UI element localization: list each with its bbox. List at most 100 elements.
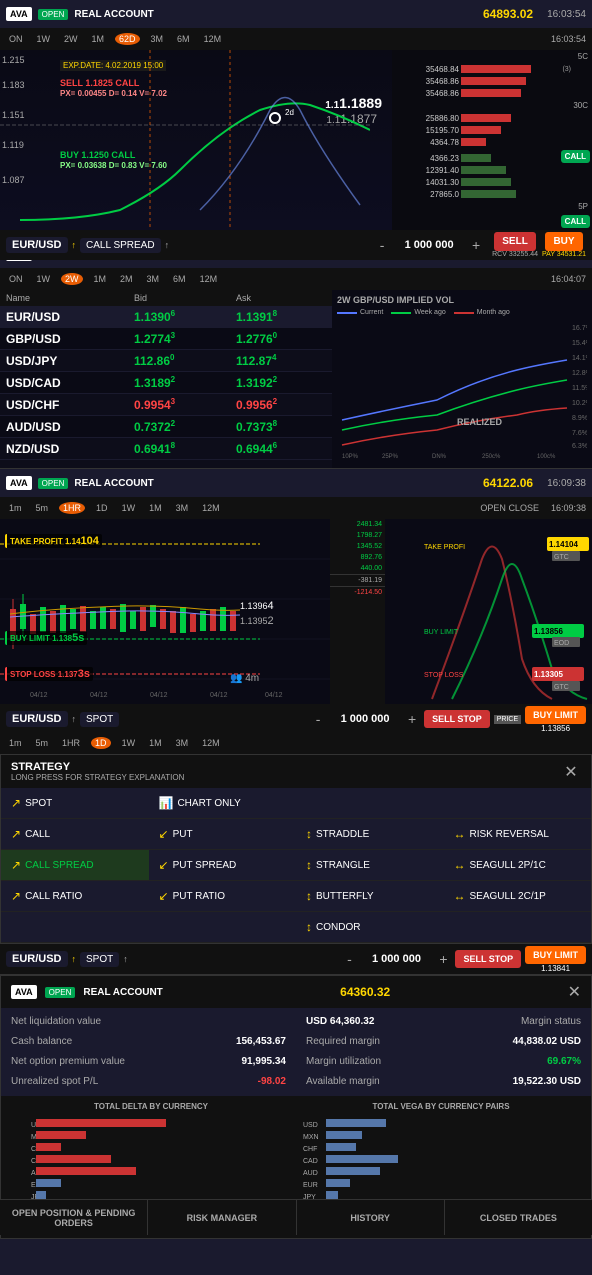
tf-on-1[interactable]: ON bbox=[6, 33, 26, 45]
tf-3m-3[interactable]: 3M bbox=[173, 502, 192, 514]
nav-history[interactable]: HISTORY bbox=[297, 1200, 445, 1235]
strategy-label-3[interactable]: SPOT bbox=[80, 712, 119, 727]
nav-open-positions[interactable]: OPEN POSITION & PENDING ORDERS bbox=[0, 1200, 148, 1235]
qty-minus-4[interactable]: - bbox=[341, 951, 357, 967]
ava-logo-3: AVA bbox=[6, 476, 32, 490]
qty-plus-1[interactable]: + bbox=[468, 237, 484, 253]
net-option-label: Net option premium value bbox=[11, 1056, 125, 1067]
pair-name-cell: EUR/USD bbox=[0, 306, 128, 328]
call-icon: ↗ bbox=[11, 827, 21, 841]
people-icon: 👥 4m bbox=[230, 673, 259, 684]
tf-1m2-4[interactable]: 1M bbox=[146, 737, 165, 749]
qty-plus-3[interactable]: + bbox=[404, 711, 420, 727]
chart-area-1: 1.215 1.183 1.151 1.119 1.087 EXP.DATE: … bbox=[0, 50, 592, 230]
pair-label-4[interactable]: EUR/USD bbox=[6, 951, 68, 967]
callratio-icon: ↗ bbox=[11, 889, 21, 903]
buy-limit-btn-4[interactable]: BUY LIMIT bbox=[525, 946, 586, 964]
strategy-butterfly[interactable]: ↕ BUTTERFLY bbox=[296, 881, 444, 912]
tf-3m-2[interactable]: 3M bbox=[144, 273, 163, 285]
legend-current: Current bbox=[337, 309, 383, 316]
open-badge-1: OPEN bbox=[38, 9, 69, 20]
tf-1d-3[interactable]: 1D bbox=[93, 502, 111, 514]
tf-1d-4[interactable]: 1D bbox=[91, 737, 111, 749]
tf-5m-4[interactable]: 5m bbox=[33, 737, 52, 749]
tf-6m-2[interactable]: 6M bbox=[170, 273, 189, 285]
strategy-call-ratio[interactable]: ↗ CALL RATIO bbox=[1, 881, 149, 912]
tf-6m-1[interactable]: 6M bbox=[174, 33, 193, 45]
tf-12m-2[interactable]: 12M bbox=[197, 273, 221, 285]
call-button-bottom[interactable]: CALL bbox=[561, 215, 590, 228]
strategy-put[interactable]: ↙ PUT bbox=[149, 819, 297, 850]
strategy-call[interactable]: ↗ CALL bbox=[1, 819, 149, 850]
watchlist-row[interactable]: USD/CHF 0.99543 0.99562 bbox=[0, 394, 332, 416]
buy-limit-block-3: BUY LIMIT 1.13856 bbox=[525, 706, 586, 733]
strategy-call-spread[interactable]: ↗ CALL SPREAD bbox=[1, 850, 149, 881]
pair-label-3[interactable]: EUR/USD bbox=[6, 711, 68, 727]
ask-cell: 1.31922 bbox=[230, 372, 332, 394]
tf-2w-1[interactable]: 2W bbox=[61, 33, 81, 45]
sell-stop-btn-3[interactable]: SELL STOP bbox=[424, 710, 490, 728]
strategy-strangle[interactable]: ↕ STRANGLE bbox=[296, 850, 444, 881]
sell-stop-btn-4[interactable]: SELL STOP bbox=[455, 950, 521, 968]
tf-1m2-3[interactable]: 1M bbox=[146, 502, 165, 514]
watchlist-row[interactable]: USD/JPY 112.860 112.874 bbox=[0, 350, 332, 372]
watchlist-row[interactable]: AUD/USD 0.73722 0.73738 bbox=[0, 416, 332, 438]
strategy-risk-reversal[interactable]: ↔ RISK REVERSAL bbox=[444, 819, 592, 850]
tf-1w-3[interactable]: 1W bbox=[119, 502, 139, 514]
svg-text:250c%: 250c% bbox=[482, 454, 501, 460]
price-badge-3: PRICE bbox=[494, 715, 521, 724]
strategy-modal-close[interactable]: ✕ bbox=[561, 762, 581, 782]
strategy-seagull-2p1c[interactable]: ↔ SEAGULL 2P/1C bbox=[444, 850, 592, 881]
tf-1hr-4[interactable]: 1HR bbox=[59, 737, 83, 749]
tf-2m-2[interactable]: 2M bbox=[117, 273, 136, 285]
watchlist-row[interactable]: USD/CAD 1.31892 1.31922 bbox=[0, 372, 332, 394]
call-button-top[interactable]: CALL bbox=[561, 150, 590, 163]
qty-minus-3[interactable]: - bbox=[310, 711, 326, 727]
col-bid: Bid bbox=[128, 290, 230, 306]
pair-label-1[interactable]: EUR/USD bbox=[6, 237, 68, 253]
nav-risk-manager[interactable]: RISK MANAGER bbox=[148, 1200, 296, 1235]
strategy-condor[interactable]: ↕ CONDOR bbox=[296, 912, 444, 943]
watchlist-row[interactable]: GBP/USD 1.27743 1.27760 bbox=[0, 328, 332, 350]
tf-5m-3[interactable]: 5m bbox=[33, 502, 52, 514]
svg-text:15.4%: 15.4% bbox=[572, 340, 587, 347]
tf-12m-3[interactable]: 12M bbox=[199, 502, 223, 514]
tf-12m-1[interactable]: 12M bbox=[201, 33, 225, 45]
tf-62d-1[interactable]: 62D bbox=[115, 33, 140, 45]
ask-cell: 1.27760 bbox=[230, 328, 332, 350]
strategy-put-ratio[interactable]: ↙ PUT RATIO bbox=[149, 881, 297, 912]
buy-limit-btn-3[interactable]: BUY LIMIT bbox=[525, 706, 586, 724]
strategy-label-4[interactable]: SPOT bbox=[80, 952, 119, 967]
tf-3m-1[interactable]: 3M bbox=[148, 33, 167, 45]
chartonly-icon: 📊 bbox=[159, 796, 174, 810]
strategy-chart-only[interactable]: 📊 CHART ONLY bbox=[149, 788, 444, 819]
tf-1m-3[interactable]: 1m bbox=[6, 502, 25, 514]
ob-row-ask4: 25886.80 bbox=[392, 112, 592, 124]
strategy-put-spread[interactable]: ↙ PUT SPREAD bbox=[149, 850, 297, 881]
tf-1w-4[interactable]: 1W bbox=[119, 737, 139, 749]
strategy-spot[interactable]: ↗ SPOT bbox=[1, 788, 149, 819]
watchlist-row[interactable]: NZD/USD 0.69418 0.69446 bbox=[0, 438, 332, 460]
sell-button-1[interactable]: SELL bbox=[494, 232, 536, 251]
tf-2w-2[interactable]: 2W bbox=[61, 273, 83, 285]
account-close-btn[interactable]: ✕ bbox=[568, 982, 581, 1002]
tf-1w-1[interactable]: 1W bbox=[34, 33, 54, 45]
tf-3m-4[interactable]: 3M bbox=[173, 737, 192, 749]
buy-button-1[interactable]: BUY bbox=[545, 232, 582, 251]
tf-1hr-3[interactable]: 1HR bbox=[59, 502, 85, 514]
qty-minus-1[interactable]: - bbox=[374, 237, 390, 253]
tf-1m-4[interactable]: 1m bbox=[6, 737, 25, 749]
tf-12m-4[interactable]: 12M bbox=[199, 737, 223, 749]
net-option-row: Net option premium value 91,995.34 bbox=[11, 1054, 286, 1070]
tf-on-2[interactable]: ON bbox=[6, 273, 26, 285]
strategy-seagull-2c1p[interactable]: ↔ SEAGULL 2C/1P bbox=[444, 881, 592, 912]
strategy-straddle[interactable]: ↕ STRADDLE bbox=[296, 819, 444, 850]
tf-1m-2[interactable]: 1M bbox=[91, 273, 110, 285]
watchlist-row[interactable]: EUR/USD 1.13906 1.13918 bbox=[0, 306, 332, 328]
qty-plus-4[interactable]: + bbox=[435, 951, 451, 967]
strategy-label-1[interactable]: CALL SPREAD bbox=[80, 238, 161, 253]
nav-closed-trades[interactable]: CLOSED TRADES bbox=[445, 1200, 592, 1235]
qty-value-1: 1 000 000 bbox=[394, 239, 464, 251]
tf-1m-1[interactable]: 1M bbox=[89, 33, 108, 45]
tf-1w-2[interactable]: 1W bbox=[34, 273, 54, 285]
